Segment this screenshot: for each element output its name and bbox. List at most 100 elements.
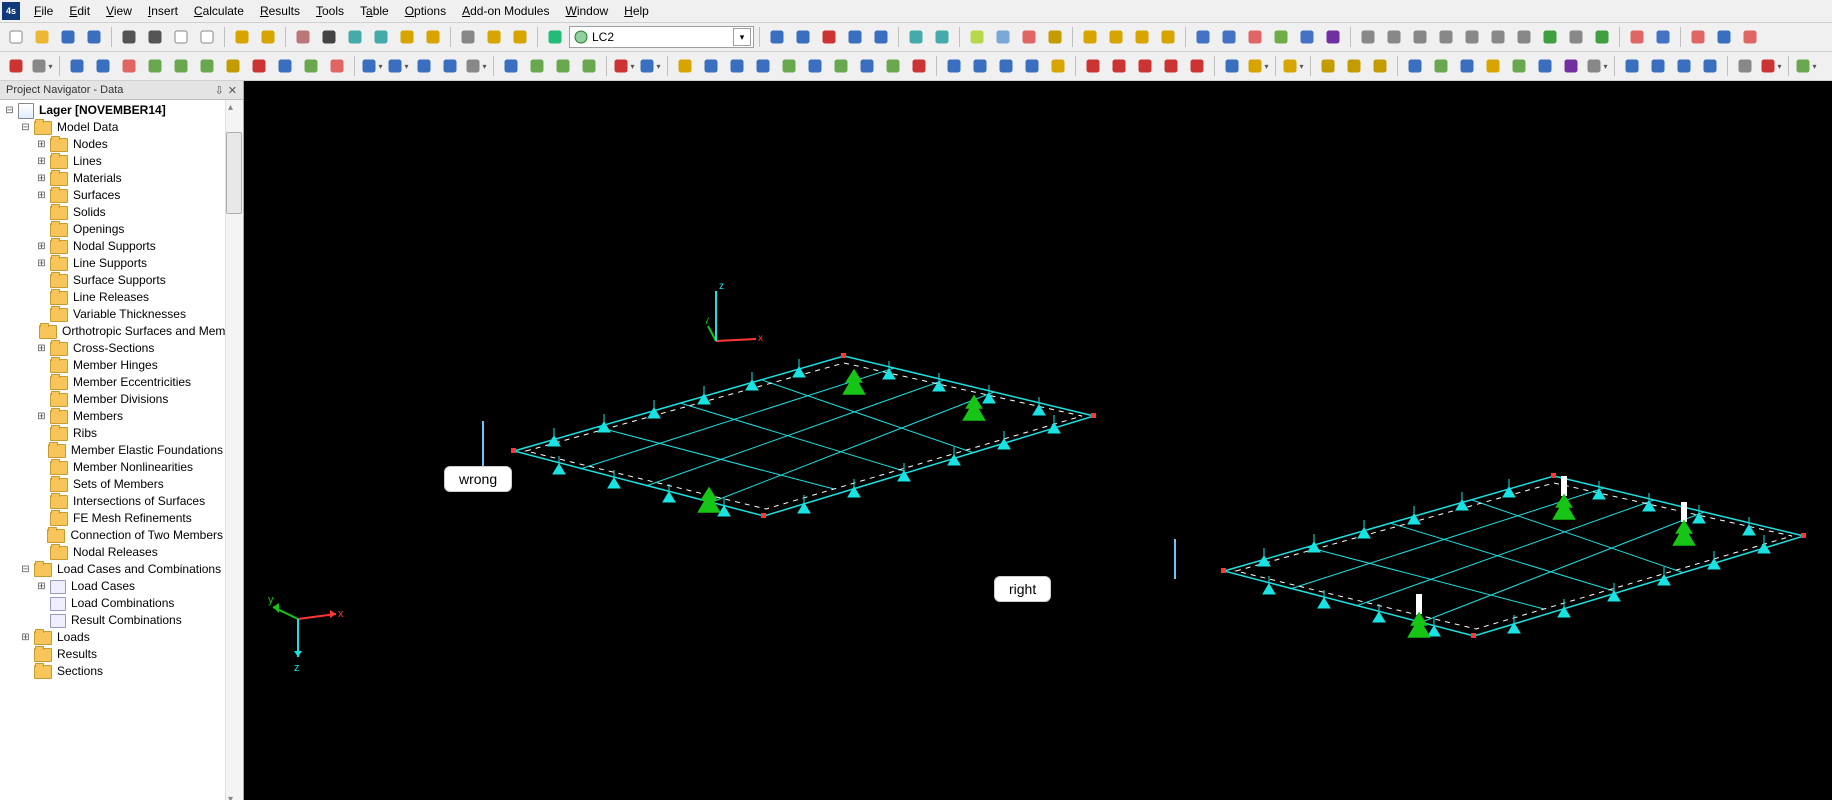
insert-d-icon[interactable]: [438, 54, 462, 78]
tree-orthotropic-surfaces-and-mem[interactable]: Orthotropic Surfaces and Mem: [0, 323, 225, 340]
calc-2-icon[interactable]: [1104, 25, 1128, 49]
align-b-icon[interactable]: [1107, 54, 1131, 78]
expand-icon[interactable]: ⊞: [36, 343, 47, 354]
menu-table[interactable]: Table: [352, 2, 397, 20]
opt-f-icon[interactable]: [1486, 25, 1510, 49]
result-a-icon[interactable]: [1191, 25, 1215, 49]
tree-intersections-of-surfaces[interactable]: Intersections of Surfaces: [0, 493, 225, 510]
misc2-e-icon[interactable]: [1507, 54, 1531, 78]
menu-add-on-modules[interactable]: Add-on Modules: [454, 2, 557, 20]
pin-icon[interactable]: ⇩: [215, 84, 224, 97]
snap-i-icon[interactable]: [273, 54, 297, 78]
insert-c-icon[interactable]: [412, 54, 436, 78]
snap-j-icon[interactable]: [299, 54, 323, 78]
menu-edit[interactable]: Edit: [61, 2, 98, 20]
connect-c-icon[interactable]: [725, 54, 749, 78]
result-f-icon[interactable]: [1321, 25, 1345, 49]
misc-a-icon[interactable]: [1625, 25, 1649, 49]
wand-3-icon[interactable]: [1017, 25, 1041, 49]
bracket-b-icon[interactable]: [1342, 54, 1366, 78]
solid-b-icon[interactable]: [525, 54, 549, 78]
edit-a-icon[interactable]: [1220, 54, 1244, 78]
insert-a-icon[interactable]: ▾: [360, 54, 384, 78]
flag-a-icon[interactable]: [1686, 25, 1710, 49]
align-e-icon[interactable]: [1185, 54, 1209, 78]
layout-3-icon[interactable]: [508, 25, 532, 49]
tree-loads[interactable]: ⊞Loads: [0, 629, 225, 646]
zoom-window-icon[interactable]: [343, 25, 367, 49]
collapse-icon[interactable]: ⊟: [4, 105, 15, 116]
menu-options[interactable]: Options: [397, 2, 454, 20]
scrollbar-thumb[interactable]: [226, 132, 242, 214]
globe-icon[interactable]: [543, 25, 567, 49]
snap-b-icon[interactable]: [91, 54, 115, 78]
filter-red-icon[interactable]: [817, 25, 841, 49]
wand-1-icon[interactable]: [965, 25, 989, 49]
tree-connection-of-two-members[interactable]: Connection of Two Members: [0, 527, 225, 544]
menu-view[interactable]: View: [98, 2, 140, 20]
tree-results[interactable]: Results: [0, 646, 225, 663]
collapse-icon[interactable]: ⊟: [20, 564, 31, 575]
connect-d-icon[interactable]: [751, 54, 775, 78]
misc2-a-icon[interactable]: [1403, 54, 1427, 78]
result-d-icon[interactable]: [1269, 25, 1293, 49]
snap-d-icon[interactable]: [143, 54, 167, 78]
result-b-icon[interactable]: [1217, 25, 1241, 49]
snap-f-icon[interactable]: [195, 54, 219, 78]
align-c-icon[interactable]: [1133, 54, 1157, 78]
menu-file[interactable]: File: [26, 2, 61, 20]
snap-a-icon[interactable]: [65, 54, 89, 78]
connect-i-icon[interactable]: [881, 54, 905, 78]
tree-load-cases[interactable]: ⊞Load Cases: [0, 578, 225, 595]
tree-openings[interactable]: Openings: [0, 221, 225, 238]
expand-icon[interactable]: ⊞: [36, 241, 47, 252]
tree-lager-november14-[interactable]: ⊟Lager [NOVEMBER14]: [0, 102, 225, 119]
view-a-icon[interactable]: [942, 54, 966, 78]
align-a-icon[interactable]: [1081, 54, 1105, 78]
tree-member-nonlinearities[interactable]: Member Nonlinearities: [0, 459, 225, 476]
zoom-obj-icon[interactable]: [395, 25, 419, 49]
nav-next-icon[interactable]: [843, 25, 867, 49]
scroll-up-icon[interactable]: ▴: [228, 102, 233, 113]
misc2-h-icon[interactable]: ▾: [1585, 54, 1609, 78]
tree-surfaces[interactable]: ⊞Surfaces: [0, 187, 225, 204]
misc-b-icon[interactable]: [1651, 25, 1675, 49]
snap-e-icon[interactable]: [169, 54, 193, 78]
misc2-f-icon[interactable]: [1533, 54, 1557, 78]
menu-tools[interactable]: Tools: [308, 2, 352, 20]
shape-dd-icon[interactable]: ▾: [30, 54, 54, 78]
tree-fe-mesh-refinements[interactable]: FE Mesh Refinements: [0, 510, 225, 527]
member-a-icon[interactable]: ▾: [612, 54, 636, 78]
filter-results-icon[interactable]: [930, 25, 954, 49]
opt-b-icon[interactable]: [1382, 25, 1406, 49]
bracket-c-icon[interactable]: [1368, 54, 1392, 78]
grid-icon[interactable]: [1733, 54, 1757, 78]
opt-d-icon[interactable]: [1434, 25, 1458, 49]
tree-member-hinges[interactable]: Member Hinges: [0, 357, 225, 374]
layout-2-icon[interactable]: [482, 25, 506, 49]
tree-solids[interactable]: Solids: [0, 204, 225, 221]
navigator-tree[interactable]: ▴ ▾ ⊟Lager [NOVEMBER14]⊟Model Data⊞Nodes…: [0, 100, 243, 800]
wand-4-icon[interactable]: [1043, 25, 1067, 49]
view-d-icon[interactable]: [1020, 54, 1044, 78]
undo-icon[interactable]: [230, 25, 254, 49]
menu-window[interactable]: Window: [557, 2, 616, 20]
misc2-g-icon[interactable]: [1559, 54, 1583, 78]
opt-g-icon[interactable]: [1512, 25, 1536, 49]
tree-materials[interactable]: ⊞Materials: [0, 170, 225, 187]
insert-b-icon[interactable]: ▾: [386, 54, 410, 78]
connect-j-icon[interactable]: [907, 54, 931, 78]
settings-icon[interactable]: ▾: [1759, 54, 1783, 78]
tree-member-divisions[interactable]: Member Divisions: [0, 391, 225, 408]
connect-b-icon[interactable]: [699, 54, 723, 78]
arrow-b-icon[interactable]: [1646, 54, 1670, 78]
tree-line-supports[interactable]: ⊞Line Supports: [0, 255, 225, 272]
solid-c-icon[interactable]: [551, 54, 575, 78]
expand-icon[interactable]: ⊞: [36, 581, 47, 592]
tree-sections[interactable]: Sections: [0, 663, 225, 680]
save-all-icon[interactable]: [82, 25, 106, 49]
save-icon[interactable]: [56, 25, 80, 49]
connect-f-icon[interactable]: [803, 54, 827, 78]
tree-sets-of-members[interactable]: Sets of Members: [0, 476, 225, 493]
view-c-icon[interactable]: [994, 54, 1018, 78]
